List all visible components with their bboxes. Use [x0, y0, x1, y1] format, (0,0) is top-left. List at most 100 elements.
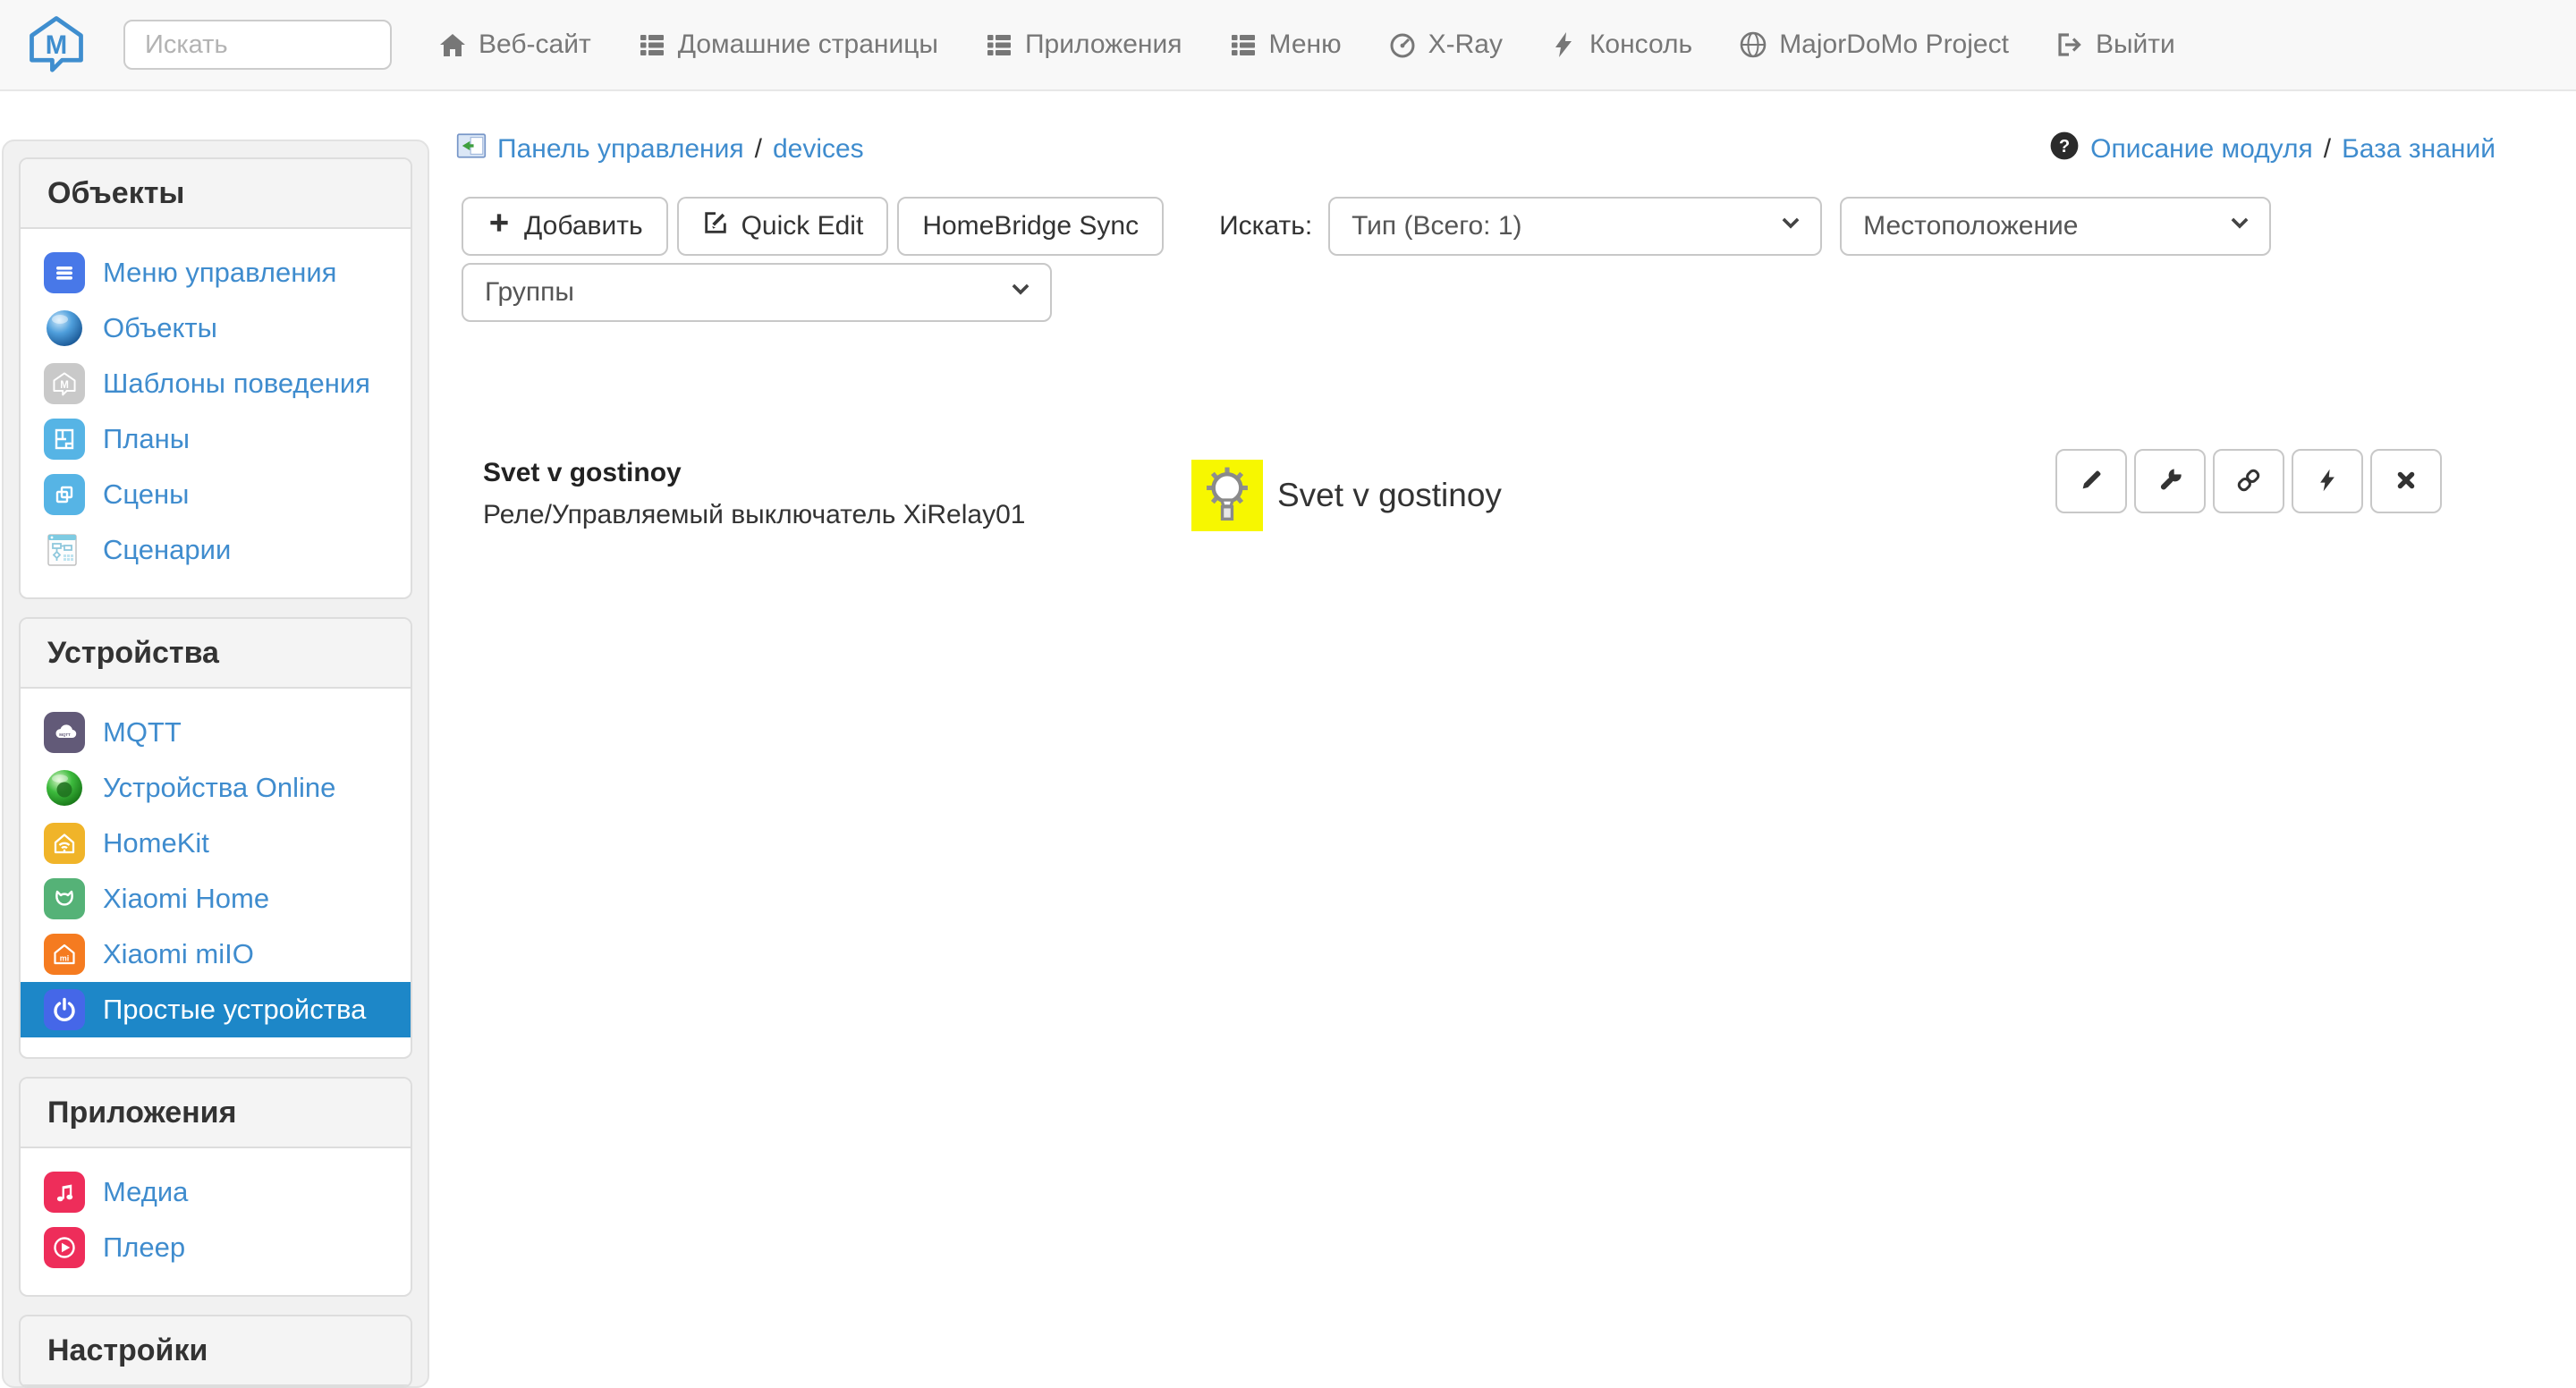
nav-xray[interactable]: X-Ray	[1388, 30, 1503, 60]
menu-tile-icon	[44, 252, 85, 293]
list-icon	[1229, 30, 1258, 59]
toolbar-row2: Группы	[462, 263, 1070, 322]
panel-window-icon	[456, 131, 487, 168]
sidebar-item-homekit[interactable]: HomeKit	[21, 816, 411, 871]
sidebar-section-devices: Устройства MQTT MQTT	[19, 617, 412, 1059]
sign-out-icon	[2055, 30, 2084, 59]
device-subtitle: Реле/Управляемый выключатель XiRelay01	[483, 500, 1025, 530]
close-icon	[2394, 468, 2419, 495]
search-filter-label: Искать:	[1219, 211, 1312, 241]
sidebar-section-applications: Приложения Медиа	[19, 1077, 412, 1297]
tachometer-icon	[1388, 30, 1417, 59]
section-title-devices: Устройства	[21, 619, 411, 689]
bolt-icon	[2315, 468, 2340, 495]
sidebar-item-simple-devices[interactable]: Простые устройства	[21, 982, 411, 1037]
scenes-icon	[44, 474, 85, 515]
floorplan-icon	[44, 419, 85, 460]
navbar-search-input[interactable]	[123, 20, 392, 70]
section-title-applications: Приложения	[21, 1079, 411, 1148]
blue-sphere-icon	[44, 308, 85, 349]
svg-text:?: ?	[2059, 137, 2070, 157]
nav-console[interactable]: Консоль	[1549, 30, 1692, 60]
list-icon	[985, 30, 1013, 59]
help-links: ? Описание модуля / База знаний	[2049, 131, 2496, 168]
delete-device-button[interactable]	[2370, 449, 2442, 513]
lightbulb-icon	[1191, 460, 1263, 531]
xiaomi-home-icon	[44, 878, 85, 919]
plus-icon	[487, 210, 512, 242]
sidebar-item-devices-online[interactable]: Устройства Online	[21, 760, 411, 816]
location-filter-select[interactable]: Местоположение	[1840, 197, 2271, 256]
pencil-icon	[2078, 467, 2105, 496]
groups-filter-select[interactable]: Группы	[462, 263, 1052, 322]
nav-applications[interactable]: Приложения	[985, 30, 1182, 60]
xiaomi-miio-icon: mi	[44, 934, 85, 975]
chevron-down-icon	[1009, 277, 1032, 308]
sidebar-item-plans[interactable]: Планы	[21, 411, 411, 467]
nav-menu[interactable]: Меню	[1229, 30, 1342, 60]
sidebar-section-settings: Настройки	[19, 1315, 412, 1388]
sidebar: Объекты Меню управления	[2, 140, 429, 1388]
majordomo-gray-icon: M	[44, 363, 85, 404]
svg-text:M: M	[46, 30, 67, 59]
question-circle-icon: ?	[2049, 131, 2080, 168]
navbar-menu: Веб-сайт Домашние страницы Приложения	[438, 30, 2175, 60]
mqtt-cloud-icon: MQTT	[44, 712, 85, 753]
nav-home-pages[interactable]: Домашние страницы	[638, 30, 938, 60]
svg-text:M: M	[60, 380, 69, 391]
sidebar-section-objects: Объекты Меню управления	[19, 157, 412, 599]
flowchart-icon	[44, 529, 85, 571]
main-content: Панель управления / devices ? Описание м…	[431, 91, 2576, 1361]
edit-device-button[interactable]	[2055, 449, 2127, 513]
link-icon	[2235, 467, 2262, 496]
toolbar: Добавить Quick Edit HomeBridge Sync Иска…	[462, 197, 2271, 256]
sidebar-item-scenarios[interactable]: Сценарии	[21, 522, 411, 578]
sidebar-item-xiaomi-miio[interactable]: mi Xiaomi miIO	[21, 927, 411, 982]
sidebar-item-behavior-patterns[interactable]: M Шаблоны поведения	[21, 356, 411, 411]
sidebar-item-mqtt[interactable]: MQTT MQTT	[21, 705, 411, 760]
majordomo-logo-icon[interactable]: M	[27, 13, 86, 77]
breadcrumb: Панель управления / devices	[456, 131, 864, 168]
breadcrumb-control-panel-link[interactable]: Панель управления	[497, 134, 744, 165]
quick-edit-button[interactable]: Quick Edit	[677, 197, 889, 256]
nav-majordomo-project[interactable]: MajorDoMo Project	[1739, 30, 2009, 60]
list-icon	[638, 30, 666, 59]
device-display-name: Svet v gostinoy	[1277, 460, 1502, 531]
wrench-icon	[2157, 467, 2183, 496]
link-device-button[interactable]	[2213, 449, 2284, 513]
add-button[interactable]: Добавить	[462, 197, 668, 256]
home-icon	[438, 30, 467, 59]
homekit-icon	[44, 823, 85, 864]
nav-website[interactable]: Веб-сайт	[438, 30, 591, 60]
device-actions	[2055, 449, 2442, 513]
svg-text:mi: mi	[60, 954, 70, 963]
edit-pencil-square-icon	[702, 209, 729, 243]
sidebar-item-scenes[interactable]: Сцены	[21, 467, 411, 522]
breadcrumb-separator: /	[755, 134, 762, 165]
module-description-link[interactable]: Описание модуля	[2090, 134, 2313, 165]
device-info: Svet v gostinoy Реле/Управляемый выключа…	[483, 458, 1025, 530]
sidebar-item-media[interactable]: Медиа	[21, 1164, 411, 1220]
green-sphere-icon	[44, 767, 85, 808]
knowledge-base-link[interactable]: База знаний	[2342, 134, 2496, 165]
svg-text:MQTT: MQTT	[59, 732, 71, 737]
bolt-icon	[1549, 30, 1578, 59]
power-icon	[44, 989, 85, 1030]
sidebar-item-player[interactable]: Плеер	[21, 1220, 411, 1275]
actions-device-button[interactable]	[2292, 449, 2363, 513]
sidebar-item-xiaomi-home[interactable]: Xiaomi Home	[21, 871, 411, 927]
type-filter-select[interactable]: Тип (Всего: 1)	[1328, 197, 1822, 256]
sidebar-item-objects[interactable]: Объекты	[21, 300, 411, 356]
homebridge-sync-button[interactable]: HomeBridge Sync	[897, 197, 1164, 256]
globe-icon	[1739, 30, 1767, 59]
section-title-objects: Объекты	[21, 159, 411, 229]
device-title: Svet v gostinoy	[483, 458, 1025, 488]
section-title-settings: Настройки	[21, 1316, 411, 1386]
play-circle-icon	[44, 1227, 85, 1268]
sidebar-item-control-menu[interactable]: Меню управления	[21, 245, 411, 300]
device-row: Svet v gostinoy Реле/Управляемый выключа…	[470, 453, 2522, 542]
top-navbar: M Веб-сайт Домашние страницы	[0, 0, 2576, 91]
nav-logout[interactable]: Выйти	[2055, 30, 2175, 60]
breadcrumb-devices-link[interactable]: devices	[773, 134, 864, 165]
settings-device-button[interactable]	[2134, 449, 2206, 513]
